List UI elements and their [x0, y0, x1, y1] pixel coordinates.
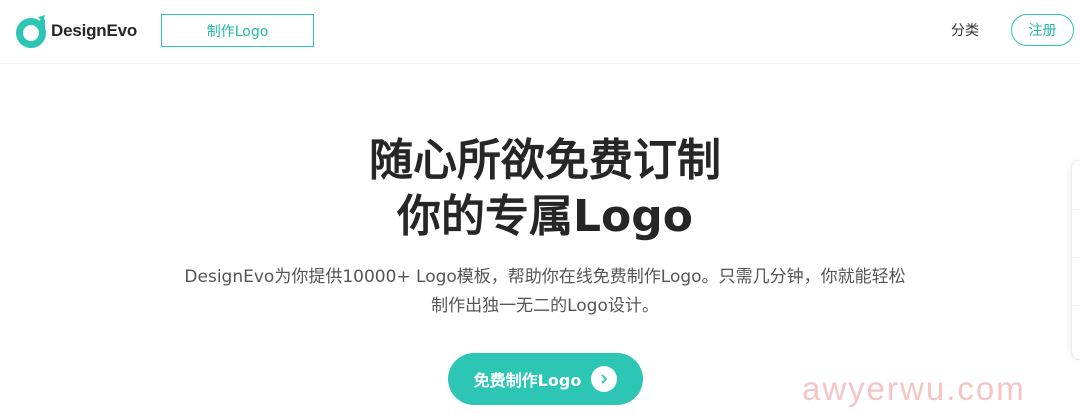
free-make-logo-button[interactable]: 免费制作Logo — [448, 353, 643, 405]
side-panel-divider — [1072, 305, 1080, 306]
cta-label: 免费制作Logo — [473, 371, 582, 390]
hero-subtitle-line-2: 制作出独一无二的Logo设计。 — [431, 296, 659, 316]
page: DesignEvo 制作Logo 分类 注册 随心所欲免费订制 你的专属Logo… — [0, 0, 1080, 420]
floating-side-panel[interactable] — [1071, 160, 1080, 360]
hero-title-line-1: 随心所欲免费订制 — [369, 135, 721, 186]
brand-logo[interactable]: DesignEvo — [16, 14, 137, 48]
hero-title: 随心所欲免费订制 你的专属Logo — [0, 133, 1080, 245]
chevron-right-icon — [591, 366, 618, 392]
side-panel-divider — [1072, 257, 1080, 258]
designevo-logo-icon — [16, 15, 46, 48]
brand-name: DesignEvo — [51, 21, 138, 40]
make-logo-button[interactable]: 制作Logo — [161, 14, 314, 47]
hero-title-line-2: 你的专属Logo — [397, 191, 693, 242]
hero-subtitle: DesignEvo为你提供10000+ Logo模板，帮助你在线免费制作Logo… — [0, 263, 1080, 321]
watermark-text: awyerwu.com — [802, 370, 1026, 407]
hero-subtitle-line-1: DesignEvo为你提供10000+ Logo模板，帮助你在线免费制作Logo… — [184, 267, 906, 287]
nav-category-link[interactable]: 分类 — [951, 20, 979, 40]
side-panel-divider — [1072, 209, 1080, 210]
register-button[interactable]: 注册 — [1011, 14, 1074, 46]
top-navbar: DesignEvo 制作Logo 分类 注册 — [0, 0, 1080, 64]
